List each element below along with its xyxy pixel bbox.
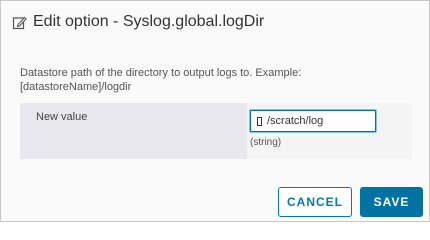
form-panel: New value /scratch/log (string) [20, 103, 412, 159]
dialog-header: Edit option - Syslog.global.logDir [12, 11, 264, 33]
new-value-input[interactable]: /scratch/log [250, 110, 376, 132]
dialog-title: Edit option - Syslog.global.logDir [33, 13, 265, 30]
save-button[interactable]: SAVE [360, 187, 423, 217]
edit-option-dialog: Edit option - Syslog.global.logDir Datas… [0, 0, 430, 222]
form-label-cell: New value [20, 103, 247, 159]
new-value-label: New value [36, 111, 88, 123]
text-cursor-icon [257, 116, 262, 126]
value-type-hint: (string) [250, 137, 282, 148]
new-value-input-text: /scratch/log [267, 115, 324, 127]
edit-icon [12, 15, 27, 30]
form-value-cell: /scratch/log (string) [247, 103, 412, 159]
cancel-button[interactable]: CANCEL [278, 187, 352, 217]
option-description: Datastore path of the directory to outpu… [20, 67, 302, 93]
